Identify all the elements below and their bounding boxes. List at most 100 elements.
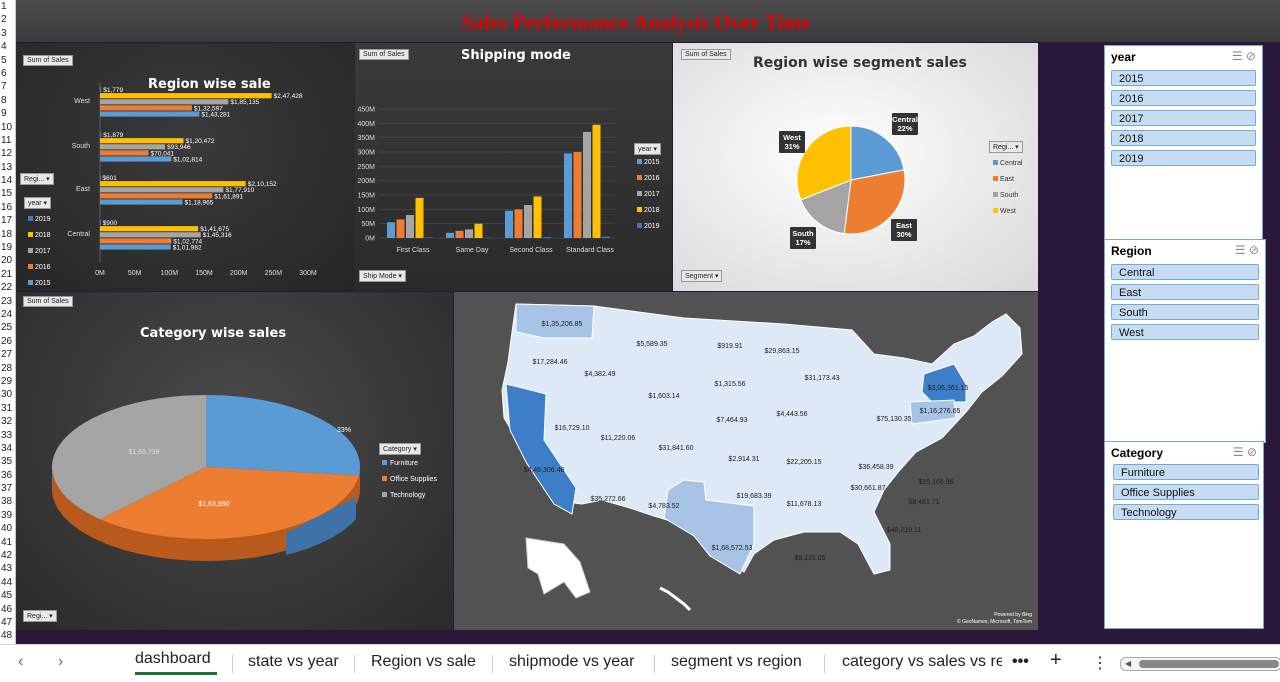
category-sales-chart[interactable]: Sum of Sales Category wise sales Categor… [16,292,453,630]
category-label: West [74,98,90,105]
bar [100,238,171,243]
tab-region-vs-sale[interactable]: Region vs sale [371,653,476,671]
shipping-mode-chart[interactable]: Sum of Sales Shipping mode year ▾ Ship M… [355,43,672,291]
bar [593,125,601,238]
legend-swatch [28,280,33,285]
bar [465,229,473,238]
add-sheet-icon[interactable]: + [1050,649,1062,672]
more-tabs-icon[interactable]: ••• [1012,653,1029,671]
row-number: 37 [0,482,15,495]
state-sales-label: $22,205.15 [786,459,821,466]
legend-label: 2016 [644,175,660,182]
row-number: 13 [0,161,15,174]
category-slicer[interactable]: Category ☰ ⊘ Furniture Office Supplies T… [1104,441,1264,629]
category-pie-plot: 33%$1,63,590$1,68,739FurnitureOffice Sup… [16,292,453,630]
legend-label: 2015 [644,159,660,166]
data-label: Central [892,115,918,124]
tab-separator [824,655,825,673]
legend-swatch [993,192,998,197]
year-slicer[interactable]: year ☰ ⊘ 2015 2016 2017 2018 2019 [1104,45,1263,241]
state-sales-label: $31,841.60 [658,445,693,452]
x-tick-label: 300M [299,270,317,277]
legend-swatch [993,176,998,181]
category-slicer-item[interactable]: Furniture [1113,464,1259,480]
row-number: 1 [0,0,15,13]
row-number: 38 [0,495,15,508]
scroll-left-icon[interactable]: ◀ [1125,660,1131,668]
data-label: East [896,221,912,230]
row-number: 7 [0,80,15,93]
scrollbar-thumb[interactable] [1139,660,1279,668]
year-slicer-item[interactable]: 2015 [1111,70,1256,86]
region-bar-plot: 0M50M100M150M200M250M300MWest$1,779$2,47… [16,43,355,291]
row-number: 4 [0,40,15,53]
state-sales-label: $4,783.52 [648,503,679,510]
region-slicer-item[interactable]: West [1111,324,1259,340]
next-sheet-arrow-icon[interactable]: › [58,653,63,671]
row-number: 48 [0,629,15,642]
state-sales-label: $19,683.39 [736,493,771,500]
legend-label: Central [1000,160,1023,167]
tab-shipmode-vs-year[interactable]: shipmode vs year [509,653,634,671]
state-sales-label: $1,35,206.85 [542,321,583,328]
multi-select-icon[interactable]: ☰ ⊘ [1232,49,1256,63]
sheet-options-icon[interactable]: ⋮ [1092,653,1108,673]
legend-swatch [637,223,642,228]
row-number: 43 [0,562,15,575]
multi-select-icon[interactable]: ☰ ⊘ [1233,445,1257,459]
data-label: 33% [337,427,351,434]
tab-separator [354,655,355,673]
year-slicer-item[interactable]: 2016 [1111,90,1256,106]
horizontal-scrollbar[interactable]: ◀ [1120,657,1280,671]
state-sales-label: $1,315.56 [714,381,745,388]
region-sales-chart[interactable]: Sum of Sales Region wise sale Regi... ▾ … [16,43,355,291]
row-number: 22 [0,281,15,294]
map-attribution: Powered by Bing [994,612,1032,618]
category-slicer-item[interactable]: Office Supplies [1113,484,1259,500]
row-number: 23 [0,295,15,308]
legend-swatch [637,207,642,212]
year-slicer-item[interactable]: 2017 [1111,110,1256,126]
region-slicer-item[interactable]: South [1111,304,1259,320]
row-number: 26 [0,335,15,348]
legend-label: 2018 [644,207,660,214]
x-tick-label: 250M [265,270,283,277]
legend-swatch [382,492,387,497]
legend-label: 2017 [644,191,660,198]
bar [475,224,483,238]
tab-segment-vs-region[interactable]: segment vs region [671,653,802,671]
dashboard-title: Sales Performance Analysis Over Time [16,10,1256,35]
segment-sales-chart[interactable]: Sum of Sales Region wise segment sales R… [673,43,1038,291]
legend-label: Office Supplies [390,476,437,483]
bar [456,231,464,238]
state-sales-label: $919.91 [717,343,742,350]
bar [100,181,246,186]
us-state-sales-map[interactable]: $1,35,206.85$5,589.35$919.91$29,863.15$1… [454,292,1038,630]
legend-swatch [28,216,33,221]
bar [387,222,395,238]
state-sales-label: $11,678.13 [787,501,822,508]
state-sales-label: $75,130.35 [876,416,911,423]
sheet-tab-bar: ‹ › dashboard state vs year Region vs sa… [0,644,1280,682]
prev-sheet-arrow-icon[interactable]: ‹ [18,653,23,671]
state-sales-label: $48,219.11 [887,527,922,534]
tab-dashboard[interactable]: dashboard [135,650,211,668]
tab-category-vs-sales[interactable]: category vs sales vs re [842,653,1002,671]
region-slicer-item[interactable]: Central [1111,264,1259,280]
legend-label: Technology [390,492,426,499]
y-tick-label: 250M [357,164,375,171]
row-number: 39 [0,509,15,522]
region-slicer[interactable]: Region ☰ ⊘ Central East South West [1104,239,1266,443]
bar [100,93,272,98]
category-slicer-item[interactable]: Technology [1113,504,1259,520]
region-slicer-item[interactable]: East [1111,284,1259,300]
multi-select-icon[interactable]: ☰ ⊘ [1235,243,1259,257]
year-slicer-item[interactable]: 2019 [1111,150,1256,166]
row-number: 27 [0,348,15,361]
row-number: 18 [0,228,15,241]
legend-swatch [28,264,33,269]
year-slicer-item[interactable]: 2018 [1111,130,1256,146]
tab-state-vs-year[interactable]: state vs year [248,653,339,671]
year-slicer-header: year [1111,50,1136,64]
category-label: Central [67,231,90,238]
